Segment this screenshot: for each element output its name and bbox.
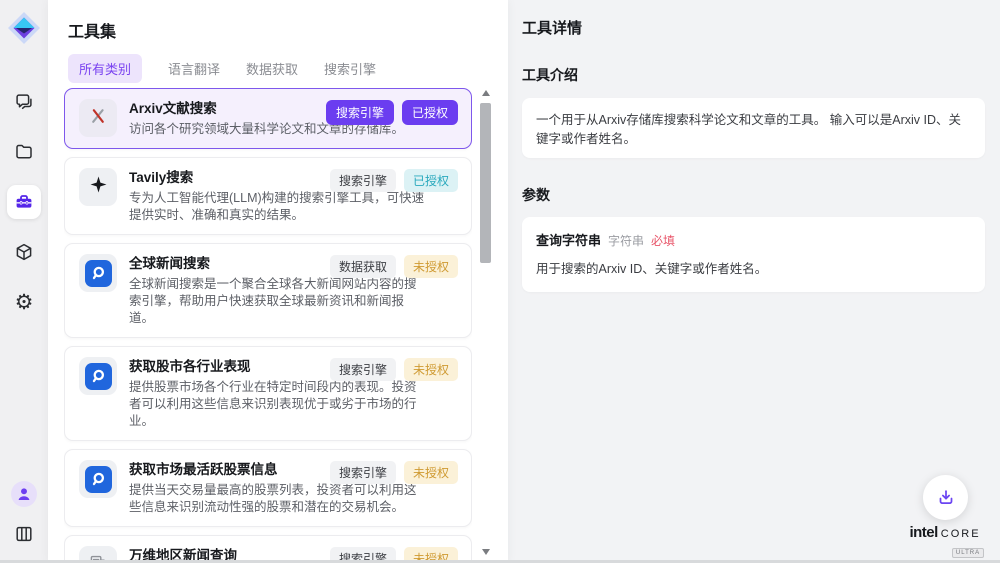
app-window: ⚙ 工具集 所有类别 语言翻译 数据获取 搜索引擎 bbox=[0, 0, 1000, 563]
settings-gear-icon[interactable]: ⚙ bbox=[7, 285, 41, 319]
tool-card[interactable]: 获取市场最活跃股票信息 提供当天交易量最高的股票列表，投资者可以利用这些信息来识… bbox=[64, 449, 472, 527]
category-tab[interactable]: 搜索引擎 bbox=[324, 59, 376, 78]
intro-heading: 工具介绍 bbox=[522, 65, 985, 85]
detail-title: 工具详情 bbox=[522, 17, 985, 38]
tool-description: 全球新闻搜索是一个聚合全球各大新闻网站内容的搜索引擎，帮助用户快速获取全球最新资… bbox=[129, 276, 427, 327]
tool-name: 全球新闻搜索 bbox=[129, 255, 349, 273]
user-avatar[interactable] bbox=[11, 481, 37, 507]
juhe-news-icon bbox=[85, 260, 112, 287]
category-badge: 搜索引擎 bbox=[330, 358, 396, 381]
tool-icon-box bbox=[79, 357, 117, 395]
category-tabs: 所有类别 语言翻译 数据获取 搜索引擎 bbox=[68, 54, 376, 83]
scroll-up-arrow-icon[interactable] bbox=[482, 90, 490, 96]
download-button[interactable] bbox=[923, 475, 968, 520]
auth-status-badge: 未授权 bbox=[404, 358, 458, 381]
left-rail: ⚙ bbox=[0, 0, 48, 563]
tool-name: 获取市场最活跃股票信息 bbox=[129, 461, 349, 479]
download-icon bbox=[935, 487, 957, 509]
param-description: 用于搜索的Arxiv ID、关键字或作者姓名。 bbox=[536, 258, 971, 277]
packages-icon[interactable] bbox=[7, 235, 41, 269]
category-badge: 数据获取 bbox=[330, 255, 396, 278]
brand-secondary: CORE bbox=[941, 528, 981, 540]
brand-primary: intel bbox=[909, 524, 937, 541]
folder-icon[interactable] bbox=[7, 135, 41, 169]
category-badge: 搜索引擎 bbox=[330, 169, 396, 192]
tool-name: Tavily搜索 bbox=[129, 169, 349, 187]
tool-icon-box bbox=[79, 168, 117, 206]
toolset-panel: 工具集 所有类别 语言翻译 数据获取 搜索引擎 Arxiv文献搜索 访问各个研究… bbox=[48, 0, 508, 563]
category-tab[interactable]: 语言翻译 bbox=[168, 59, 220, 78]
panel-layout-icon[interactable] bbox=[7, 517, 41, 551]
tool-list: Arxiv文献搜索 访问各个研究领域大量科学论文和文章的存储库。 搜索引擎 已授… bbox=[64, 88, 472, 563]
intro-text: 一个用于从Arxiv存储库搜索科学论文和文章的工具。 输入可以是Arxiv ID… bbox=[522, 98, 985, 158]
tool-card[interactable]: 全球新闻搜索 全球新闻搜索是一个聚合全球各大新闻网站内容的搜索引擎，帮助用户快速… bbox=[64, 243, 472, 338]
auth-status-badge: 未授权 bbox=[404, 461, 458, 484]
auth-status-badge: 未授权 bbox=[404, 255, 458, 278]
auth-status-badge: 已授权 bbox=[404, 169, 458, 192]
param-type: 字符串 bbox=[608, 232, 644, 249]
juhe-news-icon bbox=[85, 363, 112, 390]
params-heading: 参数 bbox=[522, 185, 985, 205]
scrollbar-thumb[interactable] bbox=[480, 103, 491, 263]
param-required-badge: 必填 bbox=[651, 232, 675, 249]
arxiv-icon bbox=[88, 106, 108, 131]
scroll-down-arrow-icon[interactable] bbox=[482, 549, 490, 555]
tool-description: 提供股票市场各个行业在特定时间段内的表现。投资者可以利用这些信息来识别表现优于或… bbox=[129, 379, 427, 430]
category-badge: 搜索引擎 bbox=[326, 100, 394, 125]
tool-name: 获取股市各行业表现 bbox=[129, 358, 349, 376]
juhe-news-icon bbox=[85, 466, 112, 493]
param-card: 查询字符串 字符串 必填 用于搜索的Arxiv ID、关键字或作者姓名。 bbox=[522, 217, 985, 292]
toolbox-icon[interactable] bbox=[7, 185, 41, 219]
param-name: 查询字符串 bbox=[536, 230, 601, 249]
rail-nav: ⚙ bbox=[7, 85, 41, 319]
category-tab[interactable]: 数据获取 bbox=[246, 59, 298, 78]
auth-status-badge: 已授权 bbox=[402, 100, 458, 125]
tool-detail-panel: 工具详情 工具介绍 一个用于从Arxiv存储库搜索科学论文和文章的工具。 输入可… bbox=[508, 0, 1000, 563]
tool-card[interactable]: 获取股市各行业表现 提供股票市场各个行业在特定时间段内的表现。投资者可以利用这些… bbox=[64, 346, 472, 441]
tool-description: 专为人工智能代理(LLM)构建的搜索引擎工具，可快速提供实时、准确和真实的结果。 bbox=[129, 190, 427, 224]
tool-description: 提供当天交易量最高的股票列表，投资者可以利用这些信息来识别流动性强的股票和潜在的… bbox=[129, 482, 427, 516]
brand-badge: ULTRA bbox=[952, 548, 984, 558]
app-logo-icon bbox=[7, 11, 41, 45]
chat-icon[interactable] bbox=[7, 85, 41, 119]
toolset-title: 工具集 bbox=[68, 18, 116, 42]
tool-card[interactable]: 万维地区新闻查询 查询具体行政区划内的新闻，快速了解各地新闻动 搜索引擎 未授权 bbox=[64, 535, 472, 563]
category-badge: 搜索引擎 bbox=[330, 461, 396, 484]
rail-bottom bbox=[7, 481, 41, 551]
category-tab[interactable]: 所有类别 bbox=[68, 54, 142, 83]
tool-icon-box bbox=[79, 254, 117, 292]
tool-icon-box bbox=[79, 460, 117, 498]
tool-name: Arxiv文献搜索 bbox=[129, 100, 349, 118]
list-scrollbar[interactable] bbox=[480, 88, 492, 557]
tool-card[interactable]: Arxiv文献搜索 访问各个研究领域大量科学论文和文章的存储库。 搜索引擎 已授… bbox=[64, 88, 472, 149]
tool-card[interactable]: Tavily搜索 专为人工智能代理(LLM)构建的搜索引擎工具，可快速提供实时、… bbox=[64, 157, 472, 235]
intel-core-logo: intel CORE ULTRA bbox=[902, 524, 988, 559]
tavily-star-icon bbox=[89, 175, 108, 199]
tool-icon-box bbox=[79, 99, 117, 137]
